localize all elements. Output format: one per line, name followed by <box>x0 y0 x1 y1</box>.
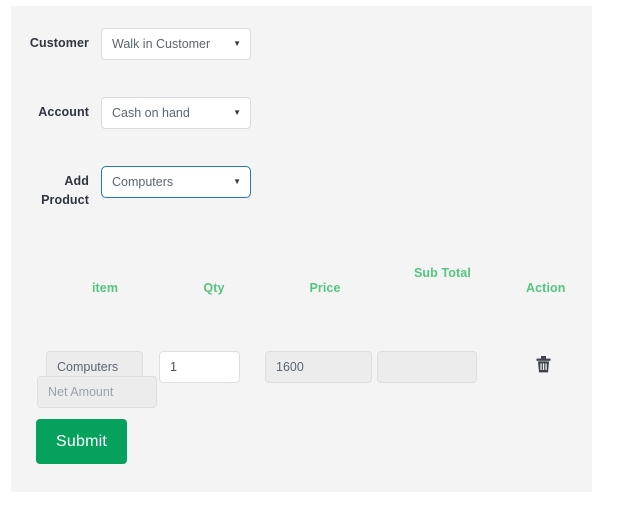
caret-down-icon: ▼ <box>233 39 241 48</box>
items-table: item Qty Price Sub Total Action <box>22 260 603 383</box>
add-product-select[interactable]: Computers ▼ <box>101 166 251 198</box>
column-header-sub-total: Sub Total <box>414 266 471 280</box>
form-row-add-product: Add Product Computers ▼ <box>22 166 251 210</box>
caret-down-icon: ▼ <box>233 108 241 117</box>
form-row-account: Account Cash on hand ▼ <box>22 97 251 129</box>
form-row-customer: Customer Walk in Customer ▼ <box>22 28 251 60</box>
account-label: Account <box>38 105 89 119</box>
add-product-label: Add Product <box>41 174 89 207</box>
column-header-item: item <box>91 281 119 295</box>
form-panel: Customer Walk in Customer ▼ Account Cash… <box>11 6 592 492</box>
column-header-qty: Qty <box>203 281 225 295</box>
items-table-header: item Qty Price Sub Total Action <box>22 260 603 300</box>
caret-down-icon: ▼ <box>233 177 241 186</box>
pos-invoice-page: Customer Walk in Customer ▼ Account Cash… <box>0 0 617 507</box>
delete-row-button[interactable] <box>536 356 551 373</box>
row-qty-input[interactable] <box>159 351 240 383</box>
account-select[interactable]: Cash on hand ▼ <box>101 97 251 129</box>
customer-label: Customer <box>29 36 89 50</box>
table-row <box>22 300 603 383</box>
trash-icon <box>536 356 551 373</box>
customer-select[interactable]: Walk in Customer ▼ <box>101 28 251 60</box>
net-amount-input[interactable] <box>37 376 157 408</box>
row-price-input <box>265 351 372 383</box>
add-product-select-value: Computers <box>112 175 174 189</box>
column-header-action: Action <box>526 281 566 295</box>
row-sub-total-input <box>377 351 477 383</box>
column-header-price: Price <box>309 281 341 295</box>
submit-button[interactable]: Submit <box>36 419 127 464</box>
account-select-value: Cash on hand <box>112 106 190 120</box>
customer-select-value: Walk in Customer <box>112 37 211 51</box>
